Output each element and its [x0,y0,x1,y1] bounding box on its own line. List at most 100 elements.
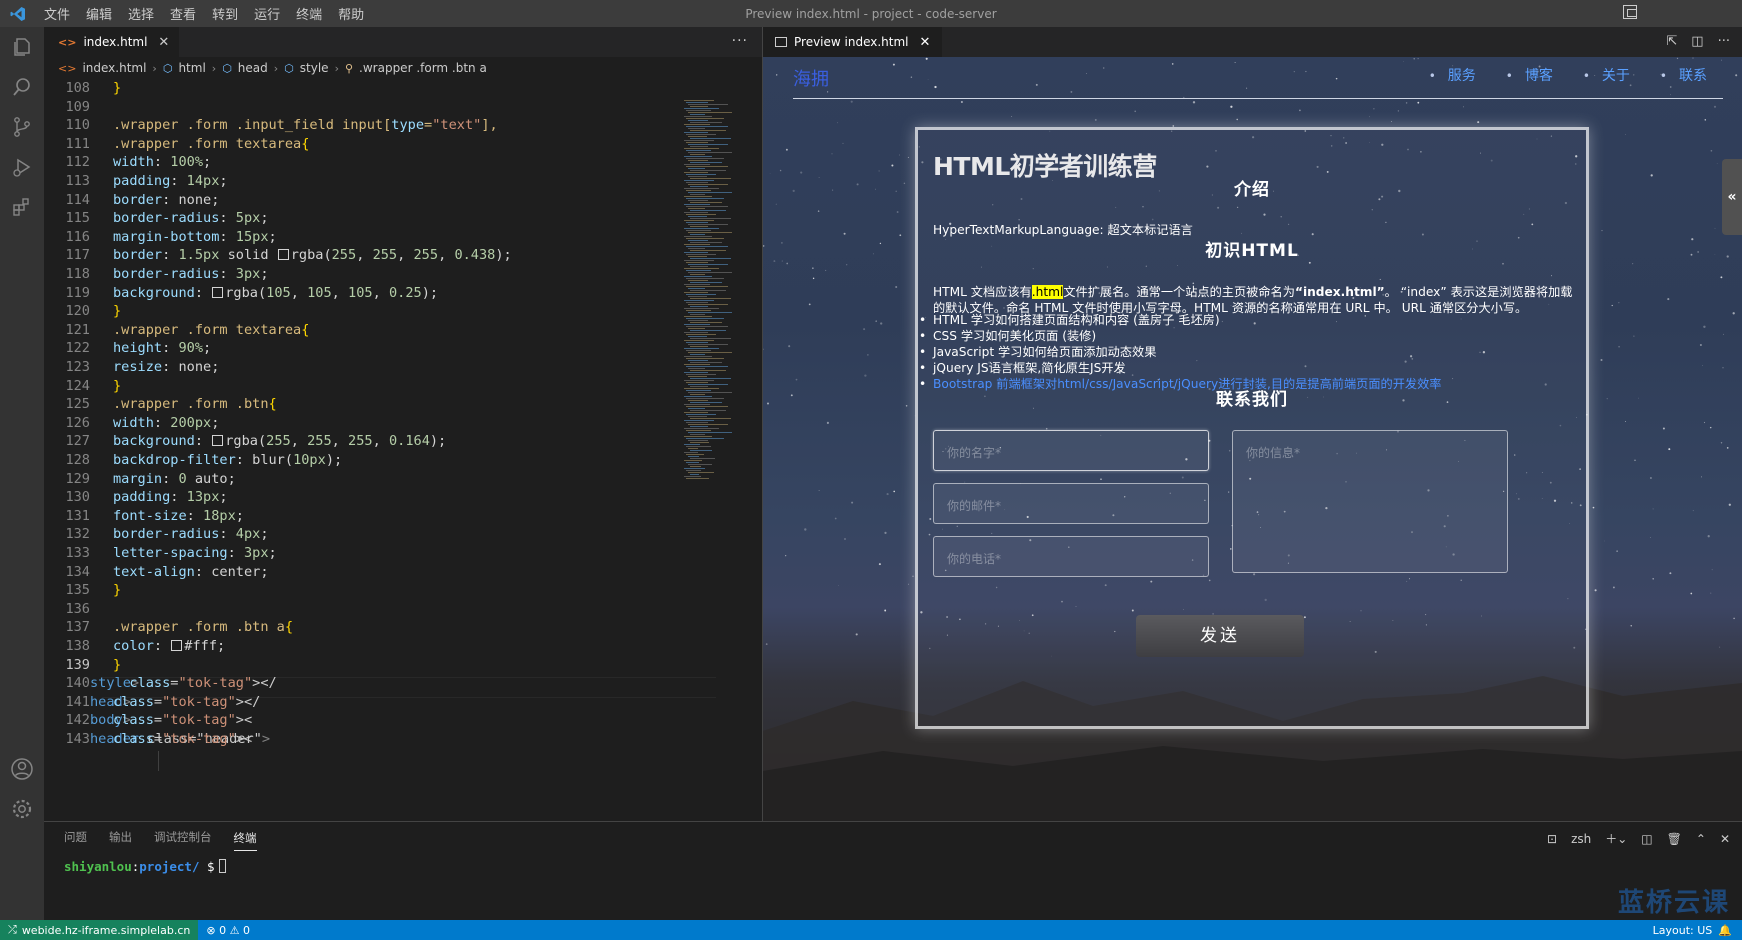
code-line[interactable]: 133 letter-spacing: 3px; [44,543,684,564]
trash-icon[interactable]: 🗑 [1667,832,1682,846]
code-line[interactable]: 129 margin: 0 auto; [44,469,684,490]
menu-file[interactable]: 文件 [36,4,78,23]
tab-terminal[interactable]: 终端 [233,830,257,851]
code-line[interactable]: 136 [44,599,684,620]
code-line[interactable]: 117 border: 1.5px solid rgba(255, 255, 25… [44,245,684,266]
code-line[interactable]: 137 .wrapper .form .btn a{ [44,617,684,638]
code-line[interactable]: 112 width: 100%; [44,152,684,173]
star [1714,253,1716,255]
code-line[interactable]: 109 [44,97,684,118]
notifications-bell-icon[interactable]: 🔔 [1718,924,1732,937]
code-line[interactable]: 122 height: 90%; [44,338,684,359]
menu-edit[interactable]: 编辑 [78,4,120,23]
explorer-icon[interactable] [10,35,34,59]
code-line[interactable]: 115 border-radius: 5px; [44,208,684,229]
more-actions-icon[interactable]: ··· [732,33,748,49]
split-terminal-icon[interactable]: ◫ [1641,832,1652,846]
phone-input[interactable]: 你的电话* [933,536,1209,577]
minimap-line [686,326,728,327]
code-line[interactable]: 124} [44,376,684,397]
code-line[interactable]: 111 .wrapper .form textarea{ [44,134,684,155]
problems-status[interactable]: ⊗ 0 ⚠ 0 [198,924,258,937]
message-textarea[interactable]: 你的信息* [1232,430,1508,573]
send-button[interactable]: 发送 [1136,615,1304,657]
code-line[interactable]: 114 border: none; [44,190,684,211]
maximize-panel-icon[interactable]: ⌃ [1696,832,1706,846]
code-editor[interactable]: 108} 109 110 .wrapper .form .input_field in… [44,80,762,821]
tab-problems[interactable]: 问题 [64,829,87,845]
close-icon[interactable]: ✕ [920,35,931,50]
menu-view[interactable]: 查看 [162,4,204,23]
nav-link-services[interactable]: 服务 [1429,65,1476,85]
nav-link-about[interactable]: 关于 [1583,65,1630,85]
tab-output[interactable]: 输出 [109,829,132,845]
close-icon[interactable]: ✕ [158,35,169,50]
breadcrumb-file[interactable]: index.html [82,61,146,75]
code-line[interactable]: 143 class="tok-tag">< header class="header… [44,729,684,750]
code-line[interactable]: 142 class="tok-tag">< body> [44,710,684,731]
code-line[interactable]: 132 border-radius: 4px; [44,524,684,545]
code-line[interactable]: 135} [44,580,684,601]
code-line[interactable]: 119 background: rgba(105, 105, 105, 0.25)… [44,283,684,304]
name-input[interactable]: 你的名字* [933,430,1209,471]
code-line[interactable]: 116 margin-bottom: 15px; [44,227,684,248]
code-line[interactable]: 127 background: rgba(255, 255, 255, 0.164… [44,431,684,452]
open-source-icon[interactable]: ⇱ [1666,34,1677,49]
minimap[interactable] [680,80,762,821]
code-line[interactable]: 139} [44,655,684,676]
menu-go[interactable]: 转到 [204,4,246,23]
nav-link-contact[interactable]: 联系 [1660,65,1707,85]
breadcrumb-html[interactable]: html [178,61,205,75]
tab-preview[interactable]: Preview index.html ✕ [763,27,943,57]
new-terminal-icon[interactable]: ＋⌄ [1605,830,1627,847]
code-line[interactable]: 140 class="tok-tag"></style> [44,673,684,694]
keyboard-layout[interactable]: Layout: US [1653,924,1713,937]
star [1690,253,1693,256]
extensions-icon[interactable] [10,195,34,219]
vscode-logo-icon[interactable] [0,6,36,22]
content-wrapper: HTML初学者训练营 介绍 HyperTextMarkupLanguage: 超… [915,127,1589,729]
more-actions-icon[interactable]: ··· [1718,34,1730,49]
tab-index-html[interactable]: <> index.html ✕ [44,27,181,57]
line-number: 131 [65,507,90,524]
source-control-icon[interactable] [10,115,34,139]
code-line[interactable]: 134 text-align: center; [44,562,684,583]
terminal-shell-name[interactable]: zsh [1571,832,1591,846]
breadcrumb-head[interactable]: head [238,61,268,75]
code-line[interactable]: 130 padding: 13px; [44,487,684,508]
menu-help[interactable]: 帮助 [330,4,372,23]
menu-run[interactable]: 运行 [246,4,288,23]
code-line[interactable]: 113 padding: 14px; [44,171,684,192]
site-logo[interactable]: 海拥 [793,65,829,91]
code-line[interactable]: 125 .wrapper .form .btn{ [44,394,684,415]
code-line[interactable]: 138 color: #fff; [44,636,684,657]
split-editor-icon[interactable]: ◫ [1691,34,1703,49]
collapse-panel-handle[interactable]: « [1722,159,1742,235]
tab-debug-console[interactable]: 调试控制台 [154,829,212,845]
terminal-output[interactable]: shiyanlou:project/ $ [64,859,226,874]
run-debug-icon[interactable] [10,155,34,179]
remote-indicator[interactable]: ⤮ webide.hz-iframe.simplelab.cn [0,920,199,940]
menu-terminal[interactable]: 终端 [288,4,330,23]
breadcrumb-style[interactable]: style [300,61,329,75]
layout-toggle-icon[interactable] [1623,5,1637,19]
code-line[interactable]: 121 .wrapper .form textarea{ [44,320,684,341]
code-line[interactable]: 110 .wrapper .form .input_field input[typ… [44,115,684,136]
account-icon[interactable] [10,757,34,781]
code-line[interactable]: 128 backdrop-filter: blur(10px); [44,450,684,471]
code-line[interactable]: 120} [44,301,684,322]
code-line[interactable]: 131 font-size: 18px; [44,506,684,527]
code-line[interactable]: 118 border-radius: 3px; [44,264,684,285]
code-line[interactable]: 141 class="tok-tag"></head> [44,692,684,713]
code-line[interactable]: 126 width: 200px; [44,413,684,434]
close-panel-icon[interactable]: ✕ [1720,832,1730,846]
code-line[interactable]: 123 resize: none; [44,357,684,378]
email-input[interactable]: 你的邮件* [933,483,1209,524]
search-icon[interactable] [10,75,34,99]
breadcrumb-selector[interactable]: .wrapper .form .btn a [359,61,487,75]
menu-selection[interactable]: 选择 [120,4,162,23]
settings-gear-icon[interactable] [10,797,34,821]
minimap-line [688,328,705,329]
nav-link-blog[interactable]: 博客 [1506,65,1553,85]
line-text: height: 90%; [113,340,212,357]
